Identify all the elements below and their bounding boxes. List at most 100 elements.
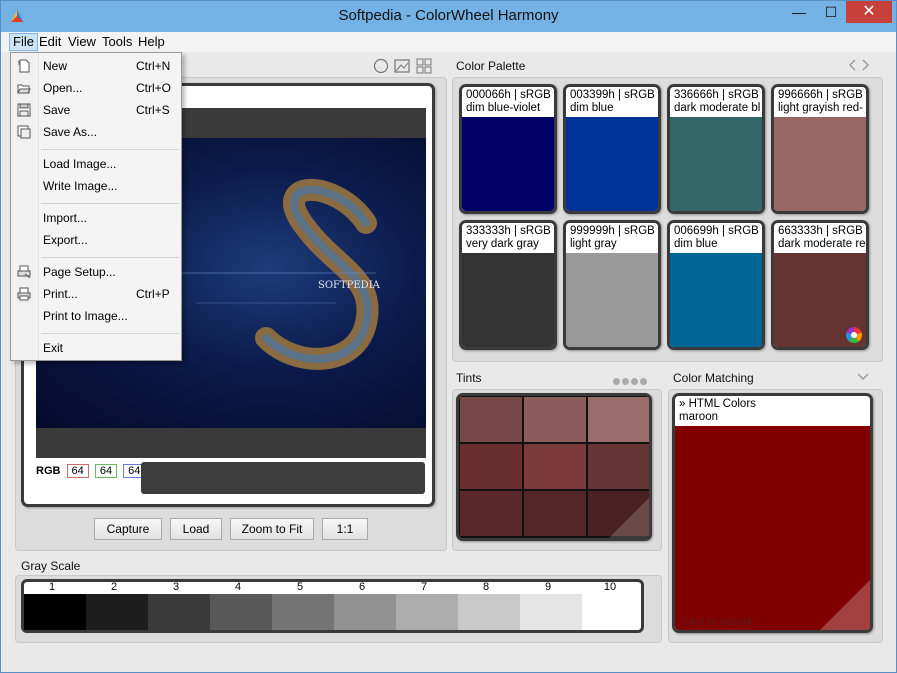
menu-item-exit[interactable]: Exit [11, 338, 181, 358]
new-file-icon [17, 59, 31, 73]
menu-view[interactable]: View [65, 33, 99, 51]
menu-bar: File Edit View Tools Help [1, 32, 896, 52]
menu-item-page-setup[interactable]: Page Setup... [11, 262, 181, 282]
menu-item-label: Save As... [43, 125, 98, 139]
palette-color-swatch[interactable] [774, 253, 866, 347]
palette-color-swatch[interactable] [774, 117, 866, 211]
palette-color-swatch[interactable] [462, 117, 554, 211]
palette-color-label: 000066h | sRGB dim blue-violet [462, 87, 554, 117]
minimize-button[interactable]: — [784, 1, 814, 23]
capture-button[interactable]: Capture [94, 518, 162, 540]
gray-step-swatch[interactable] [396, 594, 458, 630]
menu-item-export[interactable]: Export... [11, 230, 181, 250]
tint-swatch[interactable] [522, 489, 588, 538]
gray-step-swatch[interactable] [520, 594, 582, 630]
palette-color-swatch[interactable] [566, 117, 658, 211]
rgb-label: RGB [36, 465, 61, 477]
chevron-down-icon[interactable] [856, 372, 870, 382]
palette-color-card[interactable]: 003399h | sRGB dim blue [563, 84, 661, 214]
menu-item-print[interactable]: Print... Ctrl+P [11, 284, 181, 304]
actual-size-button[interactable]: 1:1 [322, 518, 368, 540]
gray-step-swatch[interactable] [148, 594, 210, 630]
view-mode-icons [373, 58, 432, 74]
palette-color-swatch[interactable] [670, 117, 762, 211]
menu-separator [41, 333, 179, 334]
menu-item-open[interactable]: Open... Ctrl+O [11, 78, 181, 98]
menu-help[interactable]: Help [135, 33, 168, 51]
green-value: 64 [94, 464, 118, 478]
corner-fold [820, 580, 870, 630]
gray-step-swatch[interactable] [458, 594, 520, 630]
menu-item-new[interactable]: New Ctrl+N [11, 56, 181, 76]
gray-step-swatch[interactable] [210, 594, 272, 630]
menu-item-load-image[interactable]: Load Image... [11, 154, 181, 174]
file-menu-dropdown: New Ctrl+N Open... Ctrl+O Save Ctrl+S Save As.… [10, 52, 182, 361]
gray-step-swatch[interactable] [24, 594, 86, 630]
svg-text:SOFTPEDIA: SOFTPEDIA [318, 280, 381, 291]
menu-item-save[interactable]: Save Ctrl+S [11, 100, 181, 120]
menu-item-label: Export... [43, 233, 88, 247]
gray-step-number: 3 [172, 581, 180, 593]
palette-color-label: 333333h | sRGB very dark gray [462, 223, 554, 253]
tints-options-icon[interactable] [613, 374, 647, 388]
save-as-icon [17, 125, 31, 139]
zoom-to-fit-button[interactable]: Zoom to Fit [230, 518, 314, 540]
menu-item-import[interactable]: Import... [11, 208, 181, 228]
palette-color-card[interactable]: 006699h | sRGB dim blue [667, 220, 765, 350]
load-button[interactable]: Load [170, 518, 222, 540]
palette-color-card[interactable]: 333333h | sRGB very dark gray [459, 220, 557, 350]
gray-step-number: 5 [296, 581, 304, 593]
circle-view-icon[interactable] [373, 58, 389, 74]
palette-color-swatch[interactable] [566, 253, 658, 347]
menu-separator [41, 149, 179, 150]
menu-item-shortcut: Ctrl+O [136, 81, 172, 95]
palette-color-hex: 006699h | sRGB [674, 225, 759, 237]
gray-scale-title: Gray Scale [21, 559, 81, 573]
palette-nav-arrows-icon[interactable] [847, 58, 871, 72]
palette-color-label: 663333h | sRGB dark moderate re [774, 223, 866, 253]
tint-swatch[interactable] [522, 396, 588, 444]
tints-title: Tints [456, 371, 482, 385]
maximize-button[interactable]: ☐ [816, 1, 846, 23]
gray-step-swatch[interactable] [272, 594, 334, 630]
color-wheel-icon[interactable] [846, 327, 862, 343]
palette-color-swatch[interactable] [462, 253, 554, 347]
palette-color-card[interactable]: 000066h | sRGB dim blue-violet [459, 84, 557, 214]
palette-color-card[interactable]: 663333h | sRGB dark moderate re [771, 220, 869, 350]
palette-color-card[interactable]: 999999h | sRGB light gray [563, 220, 661, 350]
printer-icon [17, 287, 31, 301]
image-view-icon[interactable] [394, 59, 410, 73]
tint-swatch[interactable] [459, 396, 524, 444]
menu-item-label: Load Image... [43, 157, 117, 171]
close-button[interactable]: ✕ [846, 1, 892, 23]
tint-swatch[interactable] [522, 442, 588, 491]
tints-grid [456, 393, 652, 541]
gray-step-swatch[interactable] [582, 594, 639, 630]
matched-color-label: » HTML Colors maroon [675, 396, 870, 426]
gray-step-swatch[interactable] [334, 594, 396, 630]
tint-swatch[interactable] [586, 396, 649, 444]
palette-color-card[interactable]: 336666h | sRGB dark moderate bl [667, 84, 765, 214]
palette-color-swatch[interactable] [670, 253, 762, 347]
tint-swatch[interactable] [459, 442, 524, 491]
palette-color-label: 996666h | sRGB light grayish red- [774, 87, 866, 117]
app-window: Softpedia - ColorWheel Harmony — ☐ ✕ Fil… [0, 0, 897, 673]
menu-item-print-to-image[interactable]: Print to Image... [11, 306, 181, 326]
tint-swatch[interactable] [586, 442, 649, 491]
gray-step-number: 1 [48, 581, 56, 593]
menu-file[interactable]: File [9, 33, 38, 51]
gray-step-swatch[interactable] [86, 594, 148, 630]
gray-step-number: 4 [234, 581, 242, 593]
menu-edit[interactable]: Edit [36, 33, 64, 51]
grid-view-icon[interactable] [416, 58, 432, 74]
palette-color-name: dim blue [674, 238, 718, 250]
palette-color-card[interactable]: 996666h | sRGB light grayish red- [771, 84, 869, 214]
menu-item-save-as[interactable]: Save As... [11, 122, 181, 142]
tint-swatch[interactable] [459, 489, 524, 538]
red-value: 64 [66, 464, 89, 478]
menu-tools[interactable]: Tools [99, 33, 135, 51]
matched-color-card[interactable]: » HTML Colors maroon Click to accept [672, 393, 873, 633]
menu-item-write-image[interactable]: Write Image... [11, 176, 181, 196]
matched-color-swatch[interactable]: Click to accept [675, 426, 870, 630]
color-palette-title: Color Palette [456, 59, 526, 73]
